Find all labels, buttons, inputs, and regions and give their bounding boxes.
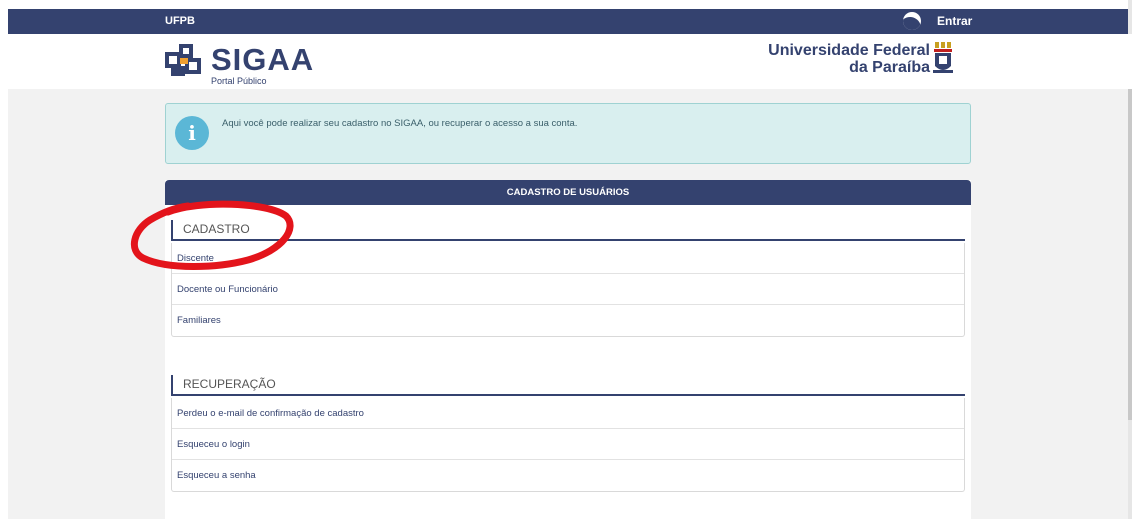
login-label: Entrar [937, 14, 973, 28]
alert-message: Aqui você pode realizar seu cadastro no … [222, 118, 578, 129]
ufpb-crest-icon [933, 42, 953, 76]
top-bar: UFPB Entrar [8, 9, 1128, 34]
link-forgot-login[interactable]: Esqueceu o login [172, 429, 964, 460]
scrollbar-thumb[interactable] [1128, 40, 1132, 420]
cadastro-list: Discente Docente ou Funcionário Familiar… [171, 243, 965, 337]
section-title-cadastro: CADASTRO [171, 220, 965, 241]
recuperacao-list: Perdeu o e-mail de confirmação de cadast… [171, 398, 965, 492]
site-header: SIGAA Portal Público Universidade Federa… [0, 34, 1132, 89]
moon-icon [903, 12, 921, 30]
link-forgot-password[interactable]: Esqueceu a senha [172, 460, 964, 491]
sigaa-logo[interactable]: SIGAA Portal Público [165, 44, 314, 86]
login-button[interactable]: Entrar [903, 12, 972, 30]
info-alert: i Aqui você pode realizar seu cadastro n… [165, 103, 971, 164]
panel-title: CADASTRO DE USUÁRIOS [165, 180, 971, 205]
link-discente[interactable]: Discente [172, 243, 964, 274]
sigaa-logo-mark-icon [165, 44, 203, 78]
link-familiares[interactable]: Familiares [172, 305, 964, 336]
brand-label: UFPB [165, 15, 195, 27]
info-icon: i [175, 116, 209, 150]
logo-title: SIGAA [211, 42, 315, 77]
university-line2: da Paraíba [849, 59, 930, 76]
section-title-recuperacao: RECUPERAÇÃO [171, 375, 965, 396]
user-registration-panel: CADASTRO DE USUÁRIOS CADASTRO Discente D… [165, 180, 971, 519]
university-name: Universidade Federal da Paraíba [752, 42, 930, 76]
university-line1: Universidade Federal [768, 42, 930, 59]
link-lost-confirmation-email[interactable]: Perdeu o e-mail de confirmação de cadast… [172, 398, 964, 429]
logo-subtitle: Portal Público [211, 76, 267, 86]
link-docente-funcionario[interactable]: Docente ou Funcionário [172, 274, 964, 305]
